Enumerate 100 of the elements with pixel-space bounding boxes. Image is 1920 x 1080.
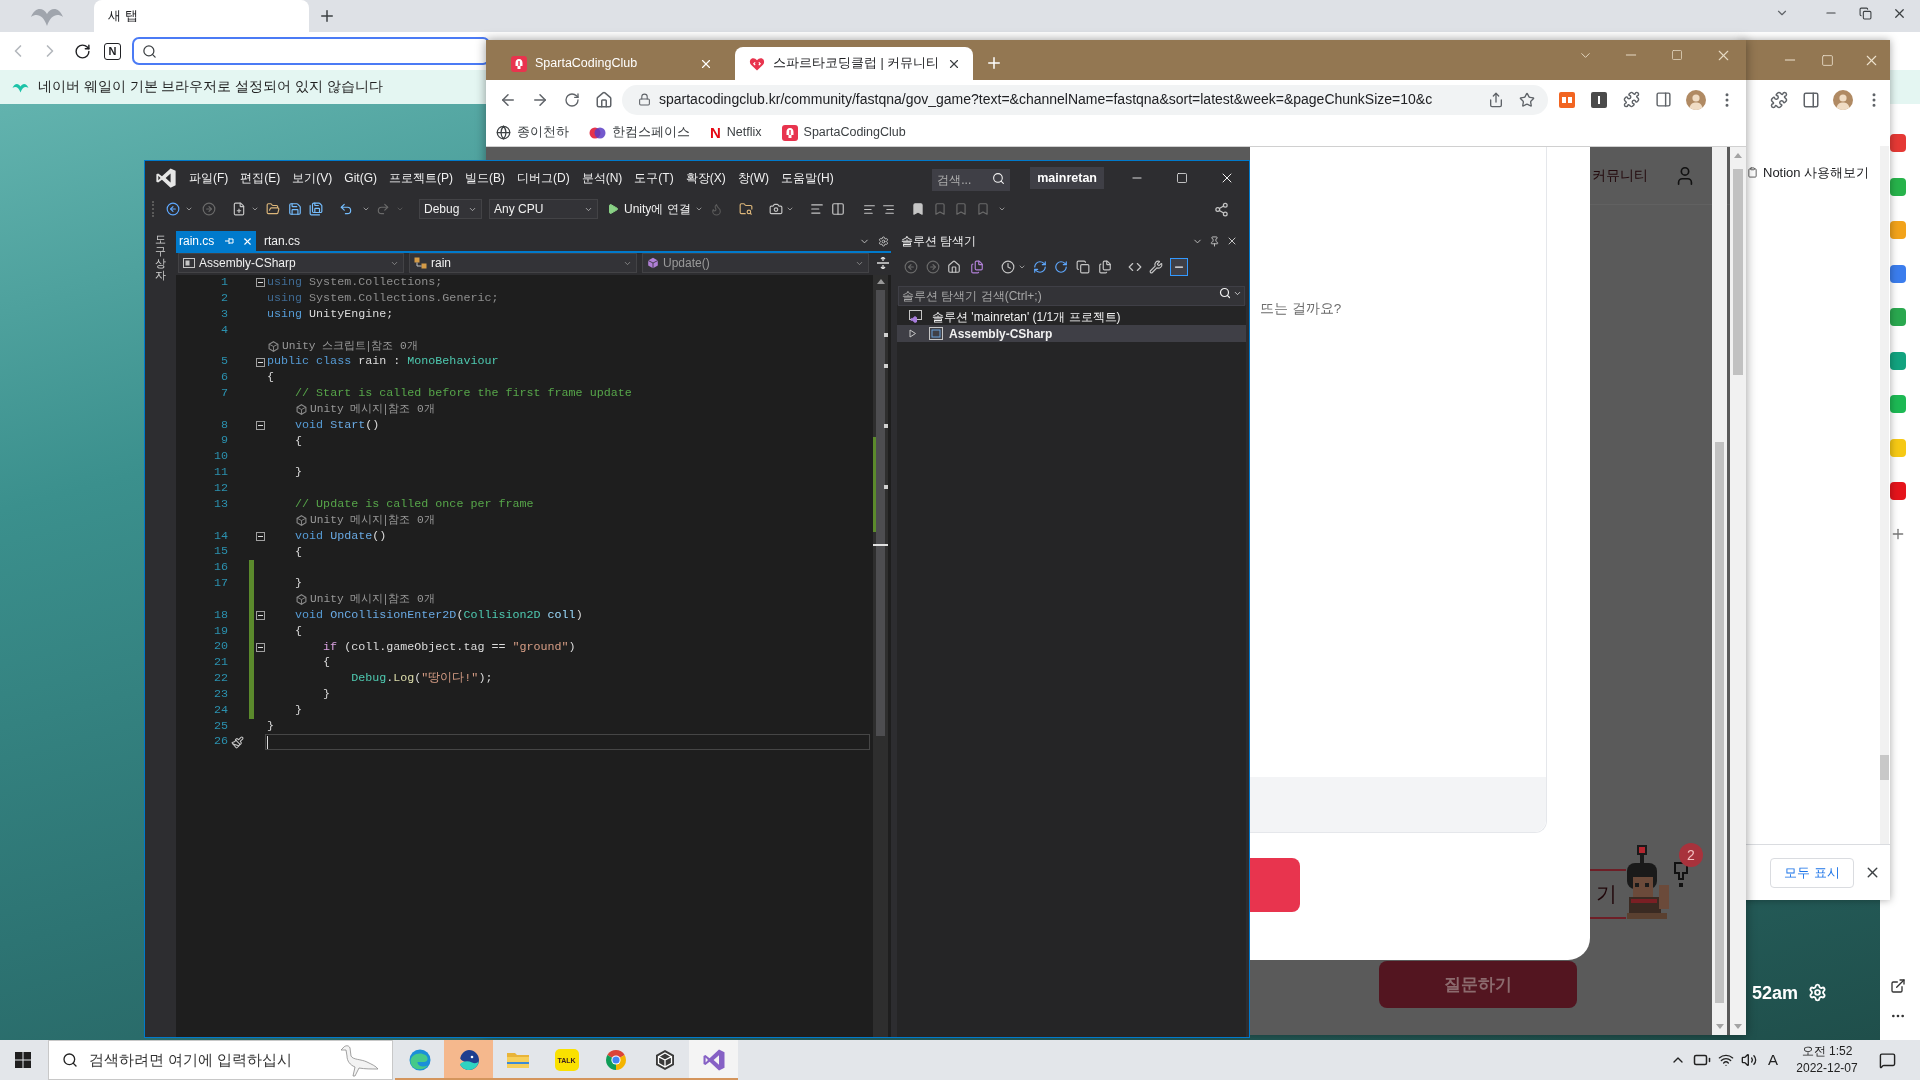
share-icon[interactable] — [1488, 91, 1504, 108]
scrollbar-thumb[interactable] — [1733, 169, 1743, 375]
app-icon[interactable] — [1890, 264, 1906, 283]
codelens-link[interactable]: 참조 0개 — [388, 512, 435, 529]
share-icon[interactable] — [1214, 201, 1229, 217]
back-icon[interactable] — [904, 260, 918, 274]
scrollbar[interactable] — [1880, 146, 1889, 844]
clock-time[interactable]: 오전 1:52 — [1801, 1043, 1853, 1060]
windows-logo-icon[interactable] — [15, 1052, 31, 1068]
wifi-icon[interactable] — [1718, 1052, 1734, 1068]
search-field[interactable]: 솔루션 탐색기 검색(Ctrl+;) — [898, 286, 1245, 306]
menu-item[interactable]: 보기(V) — [286, 169, 339, 187]
restore-icon[interactable] — [1859, 6, 1872, 20]
run-button[interactable]: Unity에 연결 — [606, 199, 704, 219]
app-icon[interactable] — [1890, 395, 1906, 413]
menu-item[interactable]: 파일(F) — [183, 169, 235, 187]
document-tab[interactable]: rain.cs — [176, 231, 256, 251]
side-panel-icon[interactable] — [1655, 91, 1672, 108]
outdent-icon[interactable] — [862, 202, 876, 216]
platform-dropdown[interactable]: Any CPU — [489, 199, 598, 219]
codelens-link[interactable]: Unity 메시지 — [310, 591, 384, 609]
codelens-link[interactable]: Unity 스크립트 — [282, 337, 367, 355]
browser-tab[interactable]: 새 탭 — [94, 0, 309, 32]
folder-search-icon[interactable] — [738, 202, 753, 216]
collapse-all-icon[interactable] — [1076, 260, 1090, 274]
collapse-icon[interactable] — [256, 278, 265, 288]
scrollbar-thumb[interactable] — [876, 290, 885, 736]
codelens-link[interactable]: Unity 메시지 — [310, 401, 384, 419]
codelens-link[interactable]: 참조 0개 — [388, 401, 435, 419]
settings-icon[interactable] — [878, 235, 889, 247]
code-icon[interactable] — [1128, 260, 1142, 274]
menu-item[interactable]: 도움말(H) — [775, 169, 840, 187]
ime-indicator[interactable]: A — [1768, 1048, 1778, 1072]
collapse-icon[interactable] — [256, 642, 265, 652]
side-panel-icon[interactable] — [1802, 90, 1820, 109]
files-icon[interactable] — [970, 260, 984, 274]
taskbar-button[interactable] — [444, 1040, 493, 1080]
new-tab-icon[interactable] — [318, 7, 336, 25]
menu-item[interactable]: Git(G) — [338, 169, 383, 187]
puzzle-icon[interactable] — [1770, 90, 1788, 109]
reload-icon[interactable] — [564, 91, 580, 108]
collapse-icon[interactable] — [256, 531, 265, 541]
scrollbar[interactable] — [1712, 147, 1727, 1035]
bookmark[interactable]: 한컴스페이스 — [589, 123, 690, 142]
menu-item[interactable]: 분석(N) — [575, 169, 629, 187]
extension-tile-icon[interactable] — [1559, 91, 1575, 108]
navigation-dropdown[interactable]: Update() — [642, 253, 869, 273]
clock-date[interactable]: 2022-12-07 — [1796, 1060, 1858, 1077]
save-all-icon[interactable] — [309, 202, 323, 216]
app-icon[interactable] — [1890, 482, 1906, 500]
save-icon[interactable] — [288, 202, 302, 216]
menu-item[interactable]: 편집(E) — [234, 169, 287, 187]
align-left-icon[interactable] — [809, 202, 824, 216]
avatar-icon[interactable] — [1686, 89, 1706, 110]
caret-icon[interactable] — [185, 205, 193, 213]
tree-item[interactable]: 솔루션 'mainretan' (1/1개 프로젝트) — [897, 308, 1246, 325]
collapse-icon[interactable] — [256, 611, 265, 621]
scroll-up-icon[interactable] — [876, 279, 885, 284]
split-icon[interactable] — [877, 257, 889, 269]
reload-icon[interactable] — [74, 42, 91, 60]
caret-icon[interactable] — [1018, 263, 1026, 271]
maximize-icon[interactable] — [1175, 172, 1188, 184]
taskbar-button[interactable] — [689, 1040, 738, 1080]
collapse-icon[interactable] — [256, 357, 265, 367]
browser-tab[interactable]: 스파르타코딩클럽 | 커뮤니티 — [735, 47, 973, 80]
navigation-dropdown[interactable]: Assembly-CSharp — [178, 253, 404, 273]
close-icon[interactable] — [1226, 235, 1238, 247]
back-icon[interactable] — [166, 202, 180, 216]
navigation-dropdown[interactable]: rain — [409, 253, 637, 273]
menu-item[interactable]: 도구(T) — [628, 169, 680, 187]
bookmark[interactable]: N Netflix — [710, 123, 762, 142]
notification-icon[interactable] — [1879, 1051, 1896, 1069]
refresh-icon[interactable] — [1054, 260, 1068, 274]
codelens-link[interactable]: Unity 메시지 — [310, 512, 384, 529]
bookmark[interactable]: 종이천하 — [496, 123, 569, 142]
columns-icon[interactable] — [830, 202, 845, 216]
menu-item[interactable]: 프로젝트(P) — [383, 169, 459, 187]
menu-item[interactable]: 빌드(B) — [459, 169, 511, 187]
configuration-dropdown[interactable]: Debug — [419, 199, 482, 219]
browser-tab[interactable]: SpartaCodingClub — [497, 47, 727, 80]
codelens-link[interactable]: 참조 0개 — [371, 337, 418, 355]
external-link-icon[interactable] — [1890, 978, 1906, 994]
camera-icon[interactable] — [768, 202, 783, 216]
sync-icon[interactable] — [1033, 260, 1047, 274]
caret-icon[interactable] — [785, 205, 794, 213]
new-tab-icon[interactable] — [985, 54, 1003, 72]
document-tab[interactable]: rtan.cs — [261, 231, 303, 251]
scrollbar-thumb[interactable] — [1715, 442, 1724, 1003]
app-icon[interactable] — [1890, 308, 1906, 326]
wrench-icon[interactable] — [1149, 260, 1163, 274]
forward-icon[interactable] — [926, 260, 940, 274]
indent-icon[interactable] — [881, 202, 895, 216]
tree-item[interactable]: Assembly-CSharp — [897, 325, 1246, 342]
caret-icon[interactable] — [251, 205, 259, 213]
new-file-icon[interactable] — [232, 202, 246, 216]
toolbox-tab[interactable]: 도구 상자 — [155, 233, 166, 1037]
bookmark-icon[interactable] — [910, 202, 925, 216]
speaker-icon[interactable] — [1741, 1052, 1757, 1068]
menu-item[interactable]: 창(W) — [731, 169, 775, 187]
scrollbar[interactable] — [873, 275, 888, 1037]
